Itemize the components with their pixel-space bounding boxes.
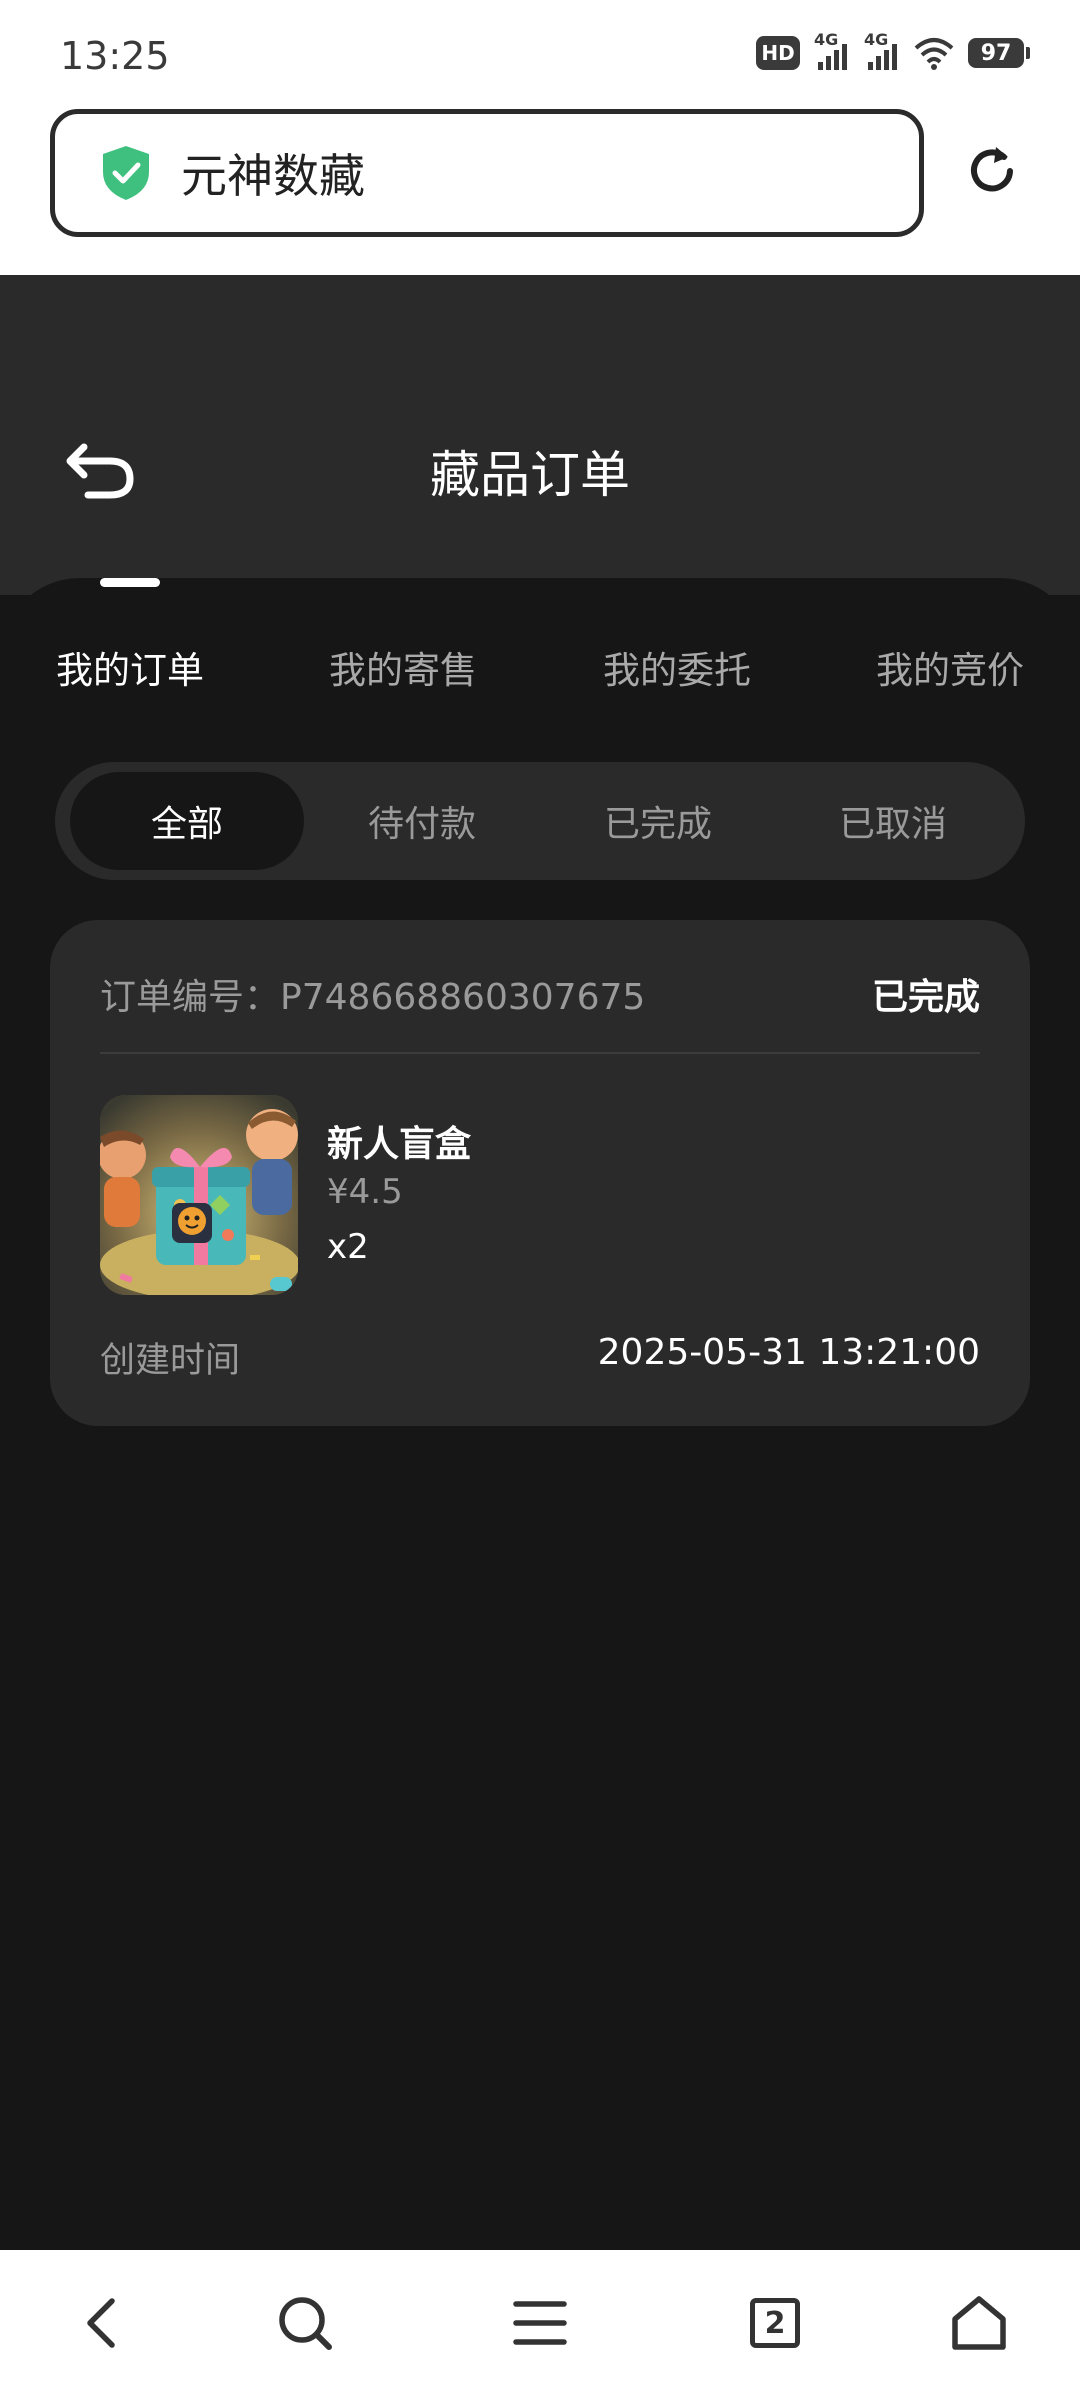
created-time-value: 2025-05-31 13:21:00 xyxy=(597,1332,980,1373)
battery-icon: 97 xyxy=(968,38,1030,68)
app-header: 藏品订单 xyxy=(0,275,1080,595)
tab-my-consignment[interactable]: 我的寄售 xyxy=(329,640,477,694)
status-filter: 全部 待付款 已完成 已取消 xyxy=(55,762,1025,880)
url-title: 元神数藏 xyxy=(181,149,365,203)
divider xyxy=(100,1052,980,1054)
order-number: 订单编号：P748668860307675 xyxy=(100,968,645,1020)
wifi-icon xyxy=(914,38,954,70)
filter-pending-payment[interactable]: 待付款 xyxy=(305,772,539,870)
cellular-signal-icon-2: 4G xyxy=(864,30,900,70)
tabs-icon[interactable]: 2 xyxy=(740,2288,810,2358)
tab-my-orders[interactable]: 我的订单 xyxy=(56,640,204,694)
order-number-label: 订单编号： xyxy=(100,977,281,1018)
order-tabs: 我的订单 我的寄售 我的委托 我的竞价 xyxy=(0,640,1080,700)
status-icons: HD 4G 4G 97 xyxy=(756,30,1030,70)
cellular-signal-icon: 4G xyxy=(814,30,850,70)
tab-my-bids[interactable]: 我的竞价 xyxy=(876,640,1024,694)
status-time: 13:25 xyxy=(60,34,170,78)
tab-indicator xyxy=(100,578,160,587)
status-bar: 13:25 HD 4G 4G 97 xyxy=(0,0,1080,110)
tab-my-entrust[interactable]: 我的委托 xyxy=(603,640,751,694)
order-number-value: P748668860307675 xyxy=(280,977,646,1018)
order-status: 已完成 xyxy=(871,977,980,1018)
browser-toolbar: 元神数藏 xyxy=(0,95,1080,275)
page-title: 藏品订单 xyxy=(430,446,630,504)
filter-completed[interactable]: 已完成 xyxy=(541,772,775,870)
item-price: ¥4.5 xyxy=(327,1172,403,1212)
created-time-label: 创建时间 xyxy=(100,1341,241,1381)
home-icon[interactable] xyxy=(944,2288,1014,2358)
order-card[interactable]: 订单编号：P748668860307675 已完成 新人盲盒 ¥4.5 x2 创… xyxy=(50,920,1030,1426)
item-name: 新人盲盒 xyxy=(327,1124,472,1165)
hd-icon: HD xyxy=(756,36,800,70)
browser-bottom-nav: 2 xyxy=(0,2250,1080,2400)
reload-icon[interactable] xyxy=(962,141,1022,201)
product-thumbnail xyxy=(100,1095,298,1295)
filter-cancelled[interactable]: 已取消 xyxy=(776,772,1010,870)
back-icon[interactable] xyxy=(66,2288,136,2358)
item-quantity: x2 xyxy=(327,1227,369,1267)
search-icon[interactable] xyxy=(270,2288,340,2358)
filter-all[interactable]: 全部 xyxy=(70,772,304,870)
shield-check-icon xyxy=(103,146,149,200)
url-bar[interactable]: 元神数藏 xyxy=(50,109,924,237)
menu-icon[interactable] xyxy=(505,2288,575,2358)
